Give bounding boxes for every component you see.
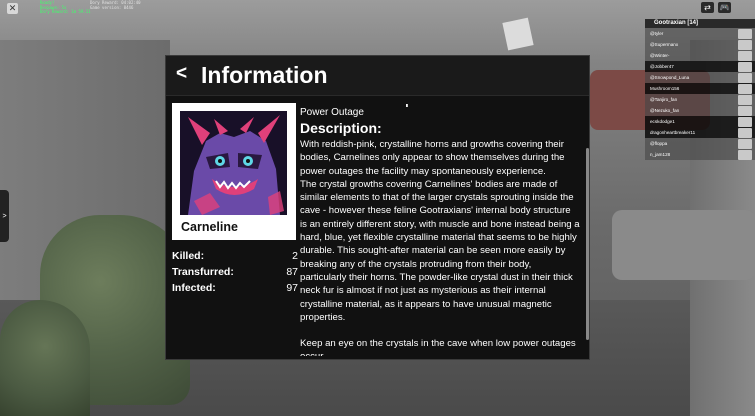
- dialog-title: Information: [201, 62, 328, 88]
- player-name: @Tanjiro_fan: [650, 97, 678, 103]
- leaderboard-row[interactable]: @Nezuko_fan: [645, 105, 755, 116]
- leaderboard-row[interactable]: @Snowpond_Luna: [645, 72, 755, 83]
- side-expand-tab[interactable]: >: [0, 190, 9, 242]
- character-name: Carneline: [181, 220, 238, 234]
- player-leaderboard: Gootraxian [14] @tyler @Supermanx @Winte…: [645, 19, 755, 160]
- player-name: @Supermanx: [650, 42, 679, 48]
- player-name: ecskdodge1: [650, 119, 675, 125]
- description-text: With reddish-pink, crystalline horns and…: [300, 138, 580, 356]
- leaderboard-title: Gootraxian [14]: [645, 19, 755, 28]
- description-paragraph: With reddish-pink, crystalline horns and…: [300, 139, 565, 177]
- scene-plant-small: [0, 300, 90, 416]
- avatar: [738, 50, 752, 61]
- player-name: Mushroom156: [650, 86, 680, 92]
- character-stats: Killed: 2 Transfurred: 87 Infected: 97: [172, 250, 298, 298]
- avatar: [738, 83, 752, 94]
- player-name: dragonheartbreaker11: [650, 130, 696, 136]
- gamepad-icon[interactable]: 🎮: [718, 2, 731, 13]
- top-right-icons: ⇄ 🎮: [701, 2, 731, 13]
- stat-killed: Killed: 2: [172, 250, 298, 266]
- player-name: @Nezuko_fan: [650, 108, 680, 114]
- description-paragraph: The crystal growths covering Carnelines'…: [300, 178, 580, 323]
- clipped-text: ' I: [399, 104, 409, 110]
- leaderboard-row[interactable]: @Jobber47: [645, 61, 755, 72]
- dialog-header: < Information: [166, 56, 589, 95]
- leaderboard-row[interactable]: @Winter-: [645, 50, 755, 61]
- stat-label: Killed:: [172, 250, 205, 262]
- roblox-menu-button[interactable]: ✕: [7, 3, 18, 14]
- stat-transfurred: Transfurred: 87: [172, 266, 298, 282]
- stat-value: 97: [286, 282, 298, 294]
- leaderboard-row[interactable]: ecskdodge1: [645, 116, 755, 127]
- avatar: [738, 72, 752, 83]
- avatar: [738, 149, 752, 160]
- leaderboard-row[interactable]: Mushroom156: [645, 83, 755, 94]
- player-name: @Snowpond_Luna: [650, 75, 690, 81]
- avatar: [738, 61, 752, 72]
- description-heading: Description:: [300, 120, 382, 136]
- scene-paper: [502, 17, 534, 51]
- description-paragraph: Keep an eye on the crystals in the cave …: [300, 338, 576, 356]
- leaderboard-row[interactable]: n_jam128: [645, 149, 755, 160]
- debug-info-right: Dory Reward: 04:02:40 Game version: 0446: [90, 0, 141, 10]
- scrollbar[interactable]: [586, 148, 589, 340]
- stat-value: 87: [286, 266, 298, 278]
- back-button[interactable]: <: [176, 63, 187, 85]
- avatar: [738, 94, 752, 105]
- divider: [166, 95, 589, 96]
- switch-icon[interactable]: ⇄: [701, 2, 714, 13]
- leaderboard-row[interactable]: @Tanjiro_fan: [645, 94, 755, 105]
- character-image: [180, 111, 287, 215]
- player-name: @Jobber47: [650, 64, 674, 70]
- debug-line: Dory Reward: 1m 59.11: [40, 9, 91, 15]
- leaderboard-row[interactable]: @Supermanx: [645, 39, 755, 50]
- avatar: [738, 116, 752, 127]
- player-name: n_jam128: [650, 152, 671, 158]
- description-scroll-area[interactable]: ' I Power Outage Description: With reddi…: [299, 104, 581, 356]
- player-name: @floppa: [650, 141, 668, 147]
- stat-value: 2: [292, 250, 298, 262]
- close-icon: ✕: [8, 3, 17, 13]
- stat-infected: Infected: 97: [172, 282, 298, 298]
- leaderboard-row[interactable]: @floppa: [645, 138, 755, 149]
- avatar: [738, 127, 752, 138]
- debug-info-left: Ready! Respawn: 5s Dory Reward: 1m 59.11: [40, 0, 91, 15]
- carneline-art-icon: [180, 111, 287, 215]
- leaderboard-row[interactable]: dragonheartbreaker11: [645, 127, 755, 138]
- avatar: [738, 105, 752, 116]
- stat-label: Transfurred:: [172, 266, 234, 278]
- information-dialog: < Information Carneline Killed: 2 Transf…: [165, 55, 590, 360]
- character-portrait-card: Carneline: [172, 103, 296, 240]
- avatar: [738, 28, 752, 39]
- player-name: @tyler: [650, 31, 664, 37]
- leaderboard-row[interactable]: @tyler: [645, 28, 755, 39]
- player-name: @Winter-: [650, 53, 670, 59]
- stat-label: Infected:: [172, 282, 216, 294]
- avatar: [738, 39, 752, 50]
- avatar: [738, 138, 752, 149]
- category-label: Power Outage: [300, 107, 364, 118]
- debug-line: Game version: 0446: [90, 4, 134, 10]
- scene-grey-couch: [612, 210, 755, 280]
